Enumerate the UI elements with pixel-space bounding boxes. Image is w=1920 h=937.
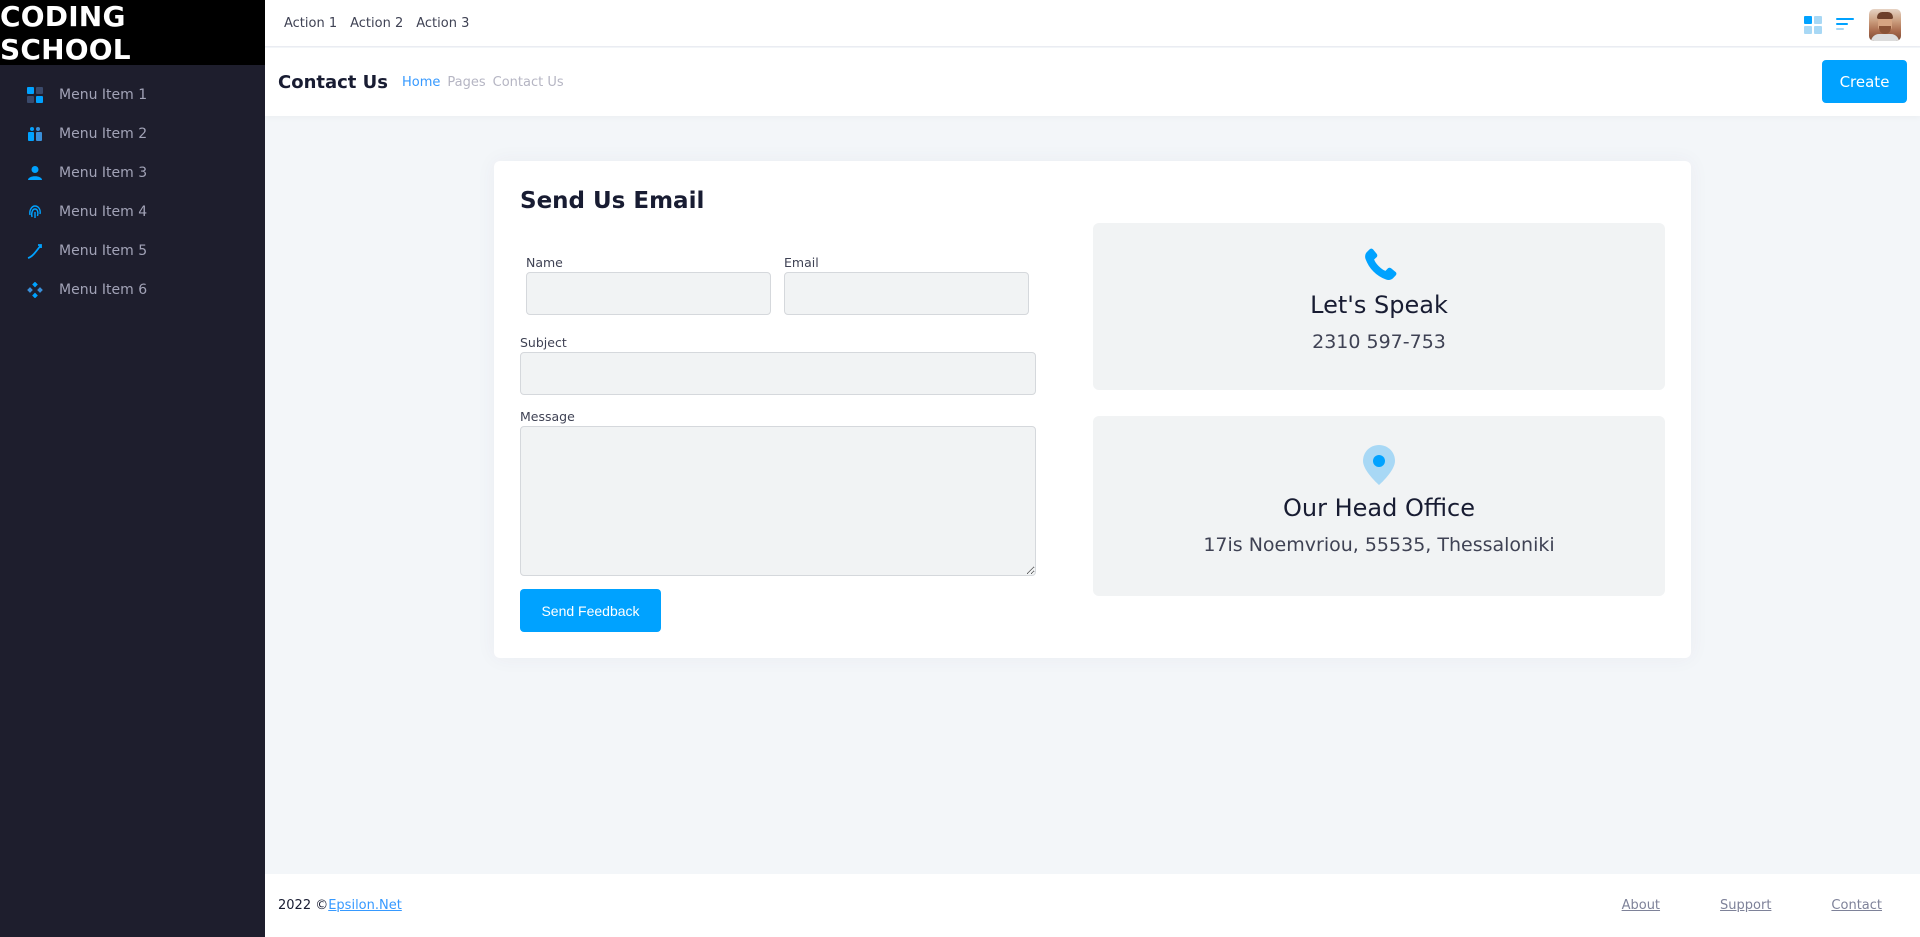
subject-input[interactable] xyxy=(520,352,1036,395)
fingerprint-icon xyxy=(26,203,44,221)
subject-label: Subject xyxy=(520,335,567,350)
user-icon xyxy=(26,164,44,182)
top-actions: Action 1 Action 2 Action 3 xyxy=(265,16,482,31)
layout-grid-icon[interactable] xyxy=(1803,15,1823,35)
topbar-tools xyxy=(1803,9,1901,41)
text-align-icon[interactable] xyxy=(1835,15,1855,35)
sidebar-menu: Menu Item 1 Menu Item 2 Menu Item 3 Menu… xyxy=(0,65,265,309)
breadcrumb: Home Pages Contact Us xyxy=(402,75,571,90)
user-avatar[interactable] xyxy=(1869,9,1901,41)
form-title: Send Us Email xyxy=(520,188,705,214)
footer-contact-link[interactable]: Contact xyxy=(1831,898,1882,913)
breadcrumb-home[interactable]: Home xyxy=(402,75,440,90)
copyright: 2022 ©Epsilon.Net xyxy=(278,898,402,913)
footer-support-link[interactable]: Support xyxy=(1720,898,1771,913)
sidebar-item-2[interactable]: Menu Item 2 xyxy=(0,114,265,153)
company-link[interactable]: Epsilon.Net xyxy=(328,898,402,913)
action-2-link[interactable]: Action 2 xyxy=(350,16,403,31)
breadcrumb-pages[interactable]: Pages xyxy=(447,75,485,90)
sidebar-item-5[interactable]: Menu Item 5 xyxy=(0,231,265,270)
page-title: Contact Us xyxy=(278,71,389,93)
phone-title: Let's Speak xyxy=(1310,291,1448,319)
message-textarea[interactable] xyxy=(520,426,1036,576)
brand[interactable]: CODING SCHOOL xyxy=(0,0,265,66)
action-3-link[interactable]: Action 3 xyxy=(416,16,469,31)
message-label: Message xyxy=(520,409,575,424)
sidebar-item-label: Menu Item 3 xyxy=(59,164,148,181)
dashboard-grid-icon xyxy=(26,86,44,104)
sidebar-item-label: Menu Item 2 xyxy=(59,125,148,142)
footer-about-link[interactable]: About xyxy=(1622,898,1660,913)
create-button[interactable]: Create xyxy=(1822,60,1907,103)
footer: 2022 ©Epsilon.Net About Support Contact xyxy=(265,874,1920,937)
name-label: Name xyxy=(526,255,563,270)
sidebar-item-4[interactable]: Menu Item 4 xyxy=(0,192,265,231)
subheader: Contact Us Home Pages Contact Us Create xyxy=(265,48,1920,116)
email-input[interactable] xyxy=(784,272,1029,315)
sidebar-item-1[interactable]: Menu Item 1 xyxy=(0,75,265,114)
sidebar-item-3[interactable]: Menu Item 3 xyxy=(0,153,265,192)
sidebar-item-label: Menu Item 6 xyxy=(59,281,148,298)
footer-links: About Support Contact xyxy=(1562,898,1882,913)
phone-number: 2310 597-753 xyxy=(1312,331,1446,353)
gift-icon xyxy=(26,125,44,143)
name-input[interactable] xyxy=(526,272,771,315)
send-feedback-button[interactable]: Send Feedback xyxy=(520,589,661,632)
office-info-box: Our Head Office 17is Noemvriou, 55535, T… xyxy=(1093,416,1665,596)
brand-logo-text[interactable]: CODING SCHOOL xyxy=(0,0,265,66)
email-label: Email xyxy=(784,255,819,270)
action-1-link[interactable]: Action 1 xyxy=(284,16,337,31)
phone-info-box: Let's Speak 2310 597-753 xyxy=(1093,223,1665,390)
sidebar-item-label: Menu Item 5 xyxy=(59,242,148,259)
breadcrumb-current: Contact Us xyxy=(492,74,564,90)
diamond-dots-icon xyxy=(26,281,44,299)
topbar: Action 1 Action 2 Action 3 xyxy=(265,0,1920,47)
sidebar: CODING SCHOOL Menu Item 1 Menu Item 2 Me… xyxy=(0,0,265,937)
office-address: 17is Noemvriou, 55535, Thessaloniki xyxy=(1203,534,1555,556)
copyright-prefix: 2022 © xyxy=(278,898,329,913)
contact-card: Send Us Email Name Email Subject Message… xyxy=(494,161,1691,658)
location-pin-icon xyxy=(1361,444,1397,486)
sidebar-item-label: Menu Item 4 xyxy=(59,203,148,220)
pen-curve-icon xyxy=(26,242,44,260)
sidebar-item-label: Menu Item 1 xyxy=(59,86,148,103)
phone-icon xyxy=(1358,245,1400,287)
office-title: Our Head Office xyxy=(1282,494,1476,522)
sidebar-item-6[interactable]: Menu Item 6 xyxy=(0,270,265,309)
